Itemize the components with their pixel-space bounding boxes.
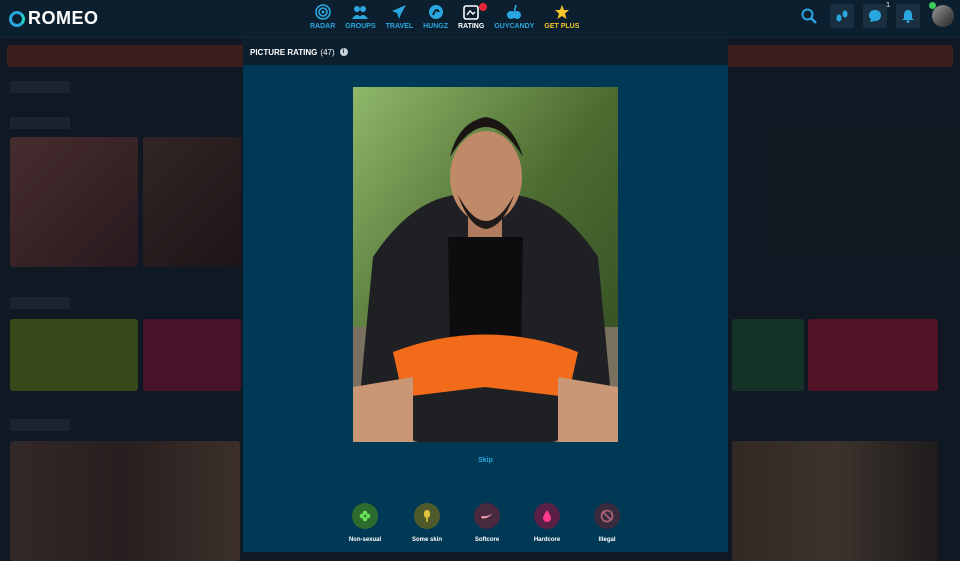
online-indicator bbox=[929, 2, 936, 9]
main-nav: RADAR GROUPS TRAVEL HUNGZ RATING GUYCAND… bbox=[305, 3, 584, 35]
nav-label: RATING bbox=[458, 23, 485, 30]
nav-groups[interactable]: GROUPS bbox=[340, 3, 380, 35]
star-icon bbox=[553, 3, 571, 21]
logo-text: ROMEO bbox=[28, 8, 99, 28]
rating-icon bbox=[462, 3, 480, 21]
nav-hungz[interactable]: HUNGZ bbox=[418, 3, 453, 35]
rating-options: Non-sexual Some skin Softcore Hardcore I… bbox=[243, 503, 728, 549]
nav-label: GROUPS bbox=[345, 23, 376, 30]
nav-radar[interactable]: RADAR bbox=[305, 3, 340, 35]
nav-rating[interactable]: RATING bbox=[453, 3, 489, 35]
rating-label: Some skin bbox=[411, 537, 442, 543]
rating-photo bbox=[353, 87, 618, 442]
radar-icon bbox=[314, 3, 332, 21]
header-tools: 1 bbox=[788, 2, 960, 28]
visitors-button[interactable] bbox=[830, 4, 854, 28]
nav-label: HUNGZ bbox=[423, 23, 448, 30]
nav-label: GUYCANDY bbox=[494, 23, 535, 30]
picture-rating-modal: PICTURE RATING (47) i Skip Non-sexual So… bbox=[243, 39, 728, 552]
nav-label: TRAVEL bbox=[385, 23, 414, 30]
notifications-button[interactable] bbox=[896, 4, 920, 28]
rating-some-skin[interactable]: Some skin bbox=[397, 503, 457, 543]
rating-label: Softcore bbox=[474, 537, 500, 543]
avatar[interactable] bbox=[929, 2, 954, 27]
nav-get-plus[interactable]: GET PLUS bbox=[539, 3, 584, 35]
rating-softcore[interactable]: Softcore bbox=[457, 503, 517, 543]
plane-icon bbox=[390, 3, 408, 21]
nav-label: RADAR bbox=[310, 23, 336, 30]
info-icon[interactable]: i bbox=[339, 48, 348, 56]
popsicle-icon bbox=[414, 503, 440, 529]
rating-illegal[interactable]: Illegal bbox=[577, 503, 637, 543]
swoosh-icon bbox=[474, 503, 500, 529]
messages-button[interactable]: 1 bbox=[863, 2, 890, 28]
hungz-icon bbox=[427, 3, 445, 21]
top-bar: ROMEO RADAR GROUPS TRAVEL HUNGZ RATING G… bbox=[0, 0, 960, 38]
drop-icon bbox=[534, 503, 560, 529]
flower-icon bbox=[352, 503, 378, 529]
rating-badge bbox=[479, 3, 488, 11]
bell-icon bbox=[902, 10, 914, 23]
messages-count: 1 bbox=[886, 2, 890, 9]
nav-travel[interactable]: TRAVEL bbox=[381, 3, 418, 35]
nav-label: GET PLUS bbox=[544, 23, 580, 30]
nav-guycandy[interactable]: GUYCANDY bbox=[489, 3, 539, 35]
skip-button[interactable]: Skip bbox=[243, 457, 728, 464]
candy-icon bbox=[505, 3, 523, 21]
rating-hardcore[interactable]: Hardcore bbox=[517, 503, 577, 543]
rating-label: Hardcore bbox=[533, 537, 561, 543]
chat-bubble-icon bbox=[869, 10, 881, 22]
modal-title: PICTURE RATING bbox=[250, 47, 318, 57]
search-button[interactable] bbox=[797, 4, 821, 28]
logo[interactable]: ROMEO bbox=[9, 8, 99, 29]
modal-header: PICTURE RATING (47) i bbox=[243, 39, 728, 65]
rating-label: Non-sexual bbox=[348, 537, 382, 543]
rating-label: Illegal bbox=[598, 537, 616, 543]
search-icon bbox=[801, 8, 817, 24]
ban-icon bbox=[594, 503, 620, 529]
groups-icon bbox=[351, 3, 369, 21]
romeo-logo-icon bbox=[9, 10, 25, 27]
footprints-icon bbox=[836, 10, 848, 22]
rating-count: (47) bbox=[320, 47, 335, 57]
rating-non-sexual[interactable]: Non-sexual bbox=[335, 503, 395, 543]
